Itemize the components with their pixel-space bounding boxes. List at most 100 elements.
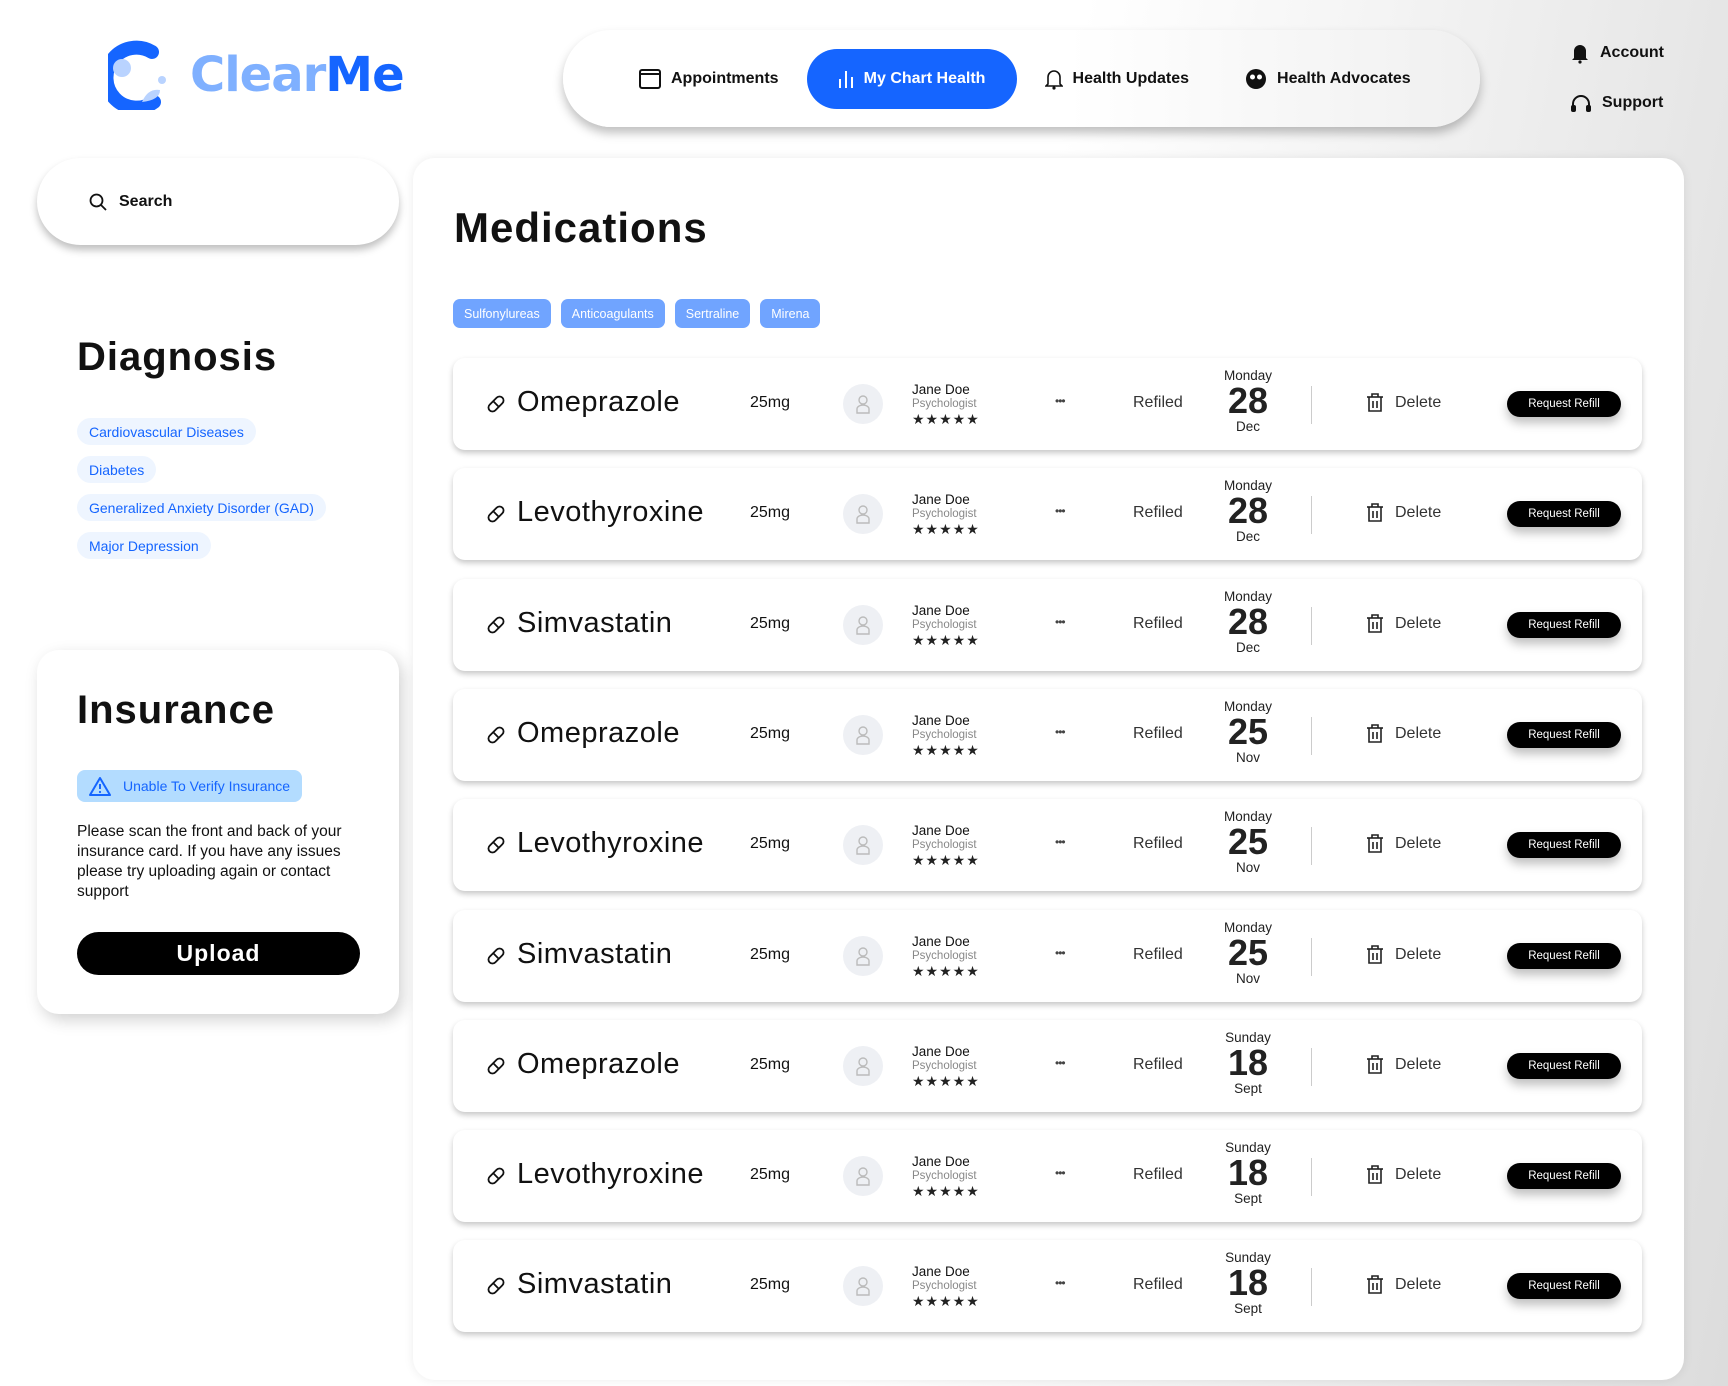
delete-button[interactable]: Delete — [1395, 504, 1441, 522]
medication-dose: 25mg — [750, 504, 791, 522]
medication-name: Levothyroxine — [517, 827, 705, 860]
request-refill-button[interactable]: Request Refill — [1507, 832, 1621, 859]
delete-button-icon[interactable] — [1366, 1274, 1384, 1299]
request-refill-button[interactable]: Request Refill — [1507, 501, 1621, 528]
more-options-icon[interactable]: ••• — [1055, 1276, 1066, 1290]
delete-button[interactable]: Delete — [1395, 394, 1441, 412]
delete-button-icon[interactable] — [1366, 944, 1384, 969]
logo[interactable]: ClearMe — [108, 40, 405, 110]
rating-stars: ★★★★★ — [912, 741, 980, 758]
rating-stars: ★★★★★ — [912, 962, 980, 979]
doctor-name: Jane Doe — [912, 382, 970, 397]
more-options-icon[interactable]: ••• — [1055, 1056, 1066, 1070]
nav-my-chart-health[interactable]: My Chart Health — [806, 48, 1017, 109]
doctor-avatar[interactable] — [843, 384, 883, 424]
divider — [1311, 1158, 1312, 1197]
headphones-icon — [1571, 95, 1591, 112]
doctor-avatar[interactable] — [843, 1045, 883, 1086]
more-options-icon[interactable]: ••• — [1055, 394, 1066, 408]
nav-appointments[interactable]: Appointments — [611, 49, 807, 109]
doctor-avatar[interactable] — [843, 714, 883, 755]
refill-status: Refiled — [1133, 945, 1183, 963]
medication-tag[interactable]: Sertraline — [674, 299, 751, 328]
delete-button[interactable]: Delete — [1395, 1056, 1441, 1074]
date-day: 18 — [1227, 1041, 1269, 1083]
rating-stars: ★★★★★ — [912, 631, 980, 648]
request-refill-button[interactable]: Request Refill — [1507, 942, 1621, 969]
nav-health-advocates[interactable]: Health Advocates — [1217, 49, 1439, 109]
doctor-avatar[interactable] — [843, 604, 883, 645]
medication-row: Levothyroxine 25mg Jane Doe Psychologist ★★★… — [453, 1130, 1642, 1223]
insurance-title: Insurance — [77, 688, 275, 732]
delete-button[interactable]: Delete — [1395, 1276, 1441, 1294]
upload-button[interactable]: Upload — [77, 932, 360, 975]
more-options-icon[interactable]: ••• — [1055, 725, 1066, 739]
diagnosis-chip[interactable]: Cardiovascular Diseases — [77, 418, 256, 445]
account-link[interactable]: Account — [1570, 42, 1664, 64]
request-refill-button[interactable]: Request Refill — [1507, 391, 1621, 417]
trash-icon — [1367, 944, 1383, 964]
nav-label: My Chart Health — [863, 69, 986, 87]
more-options-icon[interactable]: ••• — [1055, 946, 1066, 960]
search-input[interactable]: Search — [37, 158, 399, 245]
delete-button[interactable]: Delete — [1395, 1166, 1441, 1184]
date-month: Sept — [1234, 1080, 1262, 1096]
request-refill-button[interactable]: Request Refill — [1507, 1273, 1621, 1300]
user-avatar-icon — [856, 1167, 870, 1186]
date-day: 28 — [1227, 490, 1269, 532]
delete-button[interactable]: Delete — [1395, 946, 1441, 964]
medication-row: Simvastatin 25mg Jane Doe Psychologist ★★★★★… — [453, 578, 1642, 671]
medication-row: Simvastatin 25mg Jane Doe Psychologist ★★★★★… — [453, 909, 1642, 1002]
refill-status: Refiled — [1133, 724, 1183, 742]
delete-button[interactable]: Delete — [1395, 725, 1441, 743]
clearme-logo-icon — [108, 40, 166, 110]
delete-button[interactable]: Delete — [1395, 835, 1441, 853]
delete-button-icon[interactable] — [1366, 833, 1384, 858]
request-refill-button[interactable]: Request Refill — [1507, 1052, 1621, 1079]
doctor-avatar[interactable] — [843, 935, 883, 976]
request-refill-button[interactable]: Request Refill — [1507, 721, 1621, 748]
delete-button-icon[interactable] — [1366, 613, 1384, 638]
doctor-avatar[interactable] — [843, 1266, 883, 1307]
request-refill-button[interactable]: Request Refill — [1507, 611, 1621, 638]
medication-tag[interactable]: Mirena — [760, 299, 821, 328]
medication-dose: 25mg — [750, 614, 791, 632]
delete-button-icon[interactable] — [1366, 392, 1384, 417]
medication-name: Simvastatin — [517, 1268, 673, 1301]
insurance-status-badge: Unable To Verify Insurance — [77, 770, 303, 802]
medication-tag[interactable]: Anticoagulants — [560, 299, 665, 328]
diagnosis-chip[interactable]: Generalized Anxiety Disorder (GAD) — [77, 494, 326, 521]
delete-button-icon[interactable] — [1366, 502, 1384, 527]
date-month: Nov — [1235, 860, 1260, 876]
more-options-icon[interactable]: ••• — [1055, 1166, 1066, 1180]
pill-icon — [487, 726, 505, 744]
medication-dose: 25mg — [750, 1166, 791, 1184]
date-month: Nov — [1235, 749, 1260, 765]
doctor-name: Jane Doe — [912, 1264, 970, 1280]
user-avatar-icon — [856, 1277, 870, 1297]
more-options-icon[interactable]: ••• — [1055, 835, 1066, 849]
request-refill-button[interactable]: Request Refill — [1507, 1163, 1621, 1190]
medication-tag[interactable]: Sulfonylureas — [453, 299, 551, 328]
delete-button-icon[interactable] — [1366, 723, 1384, 748]
brand-name: ClearMe — [190, 47, 405, 103]
refill-status: Refiled — [1133, 614, 1183, 632]
refill-status: Refiled — [1133, 1055, 1183, 1073]
delete-button-icon[interactable] — [1366, 1164, 1384, 1189]
delete-button[interactable]: Delete — [1395, 615, 1441, 633]
diagnosis-chip[interactable]: Major Depression — [77, 532, 211, 559]
doctor-avatar[interactable] — [843, 825, 883, 866]
more-options-icon[interactable]: ••• — [1055, 504, 1066, 518]
trash-icon — [1367, 834, 1383, 853]
doctor-avatar[interactable] — [843, 1156, 883, 1197]
delete-button-icon[interactable] — [1366, 1054, 1384, 1079]
support-link[interactable]: Support — [1570, 93, 1663, 113]
refill-status: Refiled — [1133, 504, 1183, 522]
bar-chart-icon — [838, 70, 853, 88]
nav-health-updates[interactable]: Health Updates — [1017, 49, 1217, 109]
more-options-icon[interactable]: ••• — [1055, 615, 1066, 629]
diagnosis-chip[interactable]: Diabetes — [77, 456, 157, 483]
user-avatar-icon — [856, 1057, 870, 1076]
doctor-info: Jane Doe Psychologist ★★★★★ — [912, 1044, 980, 1088]
doctor-avatar[interactable] — [843, 494, 883, 535]
